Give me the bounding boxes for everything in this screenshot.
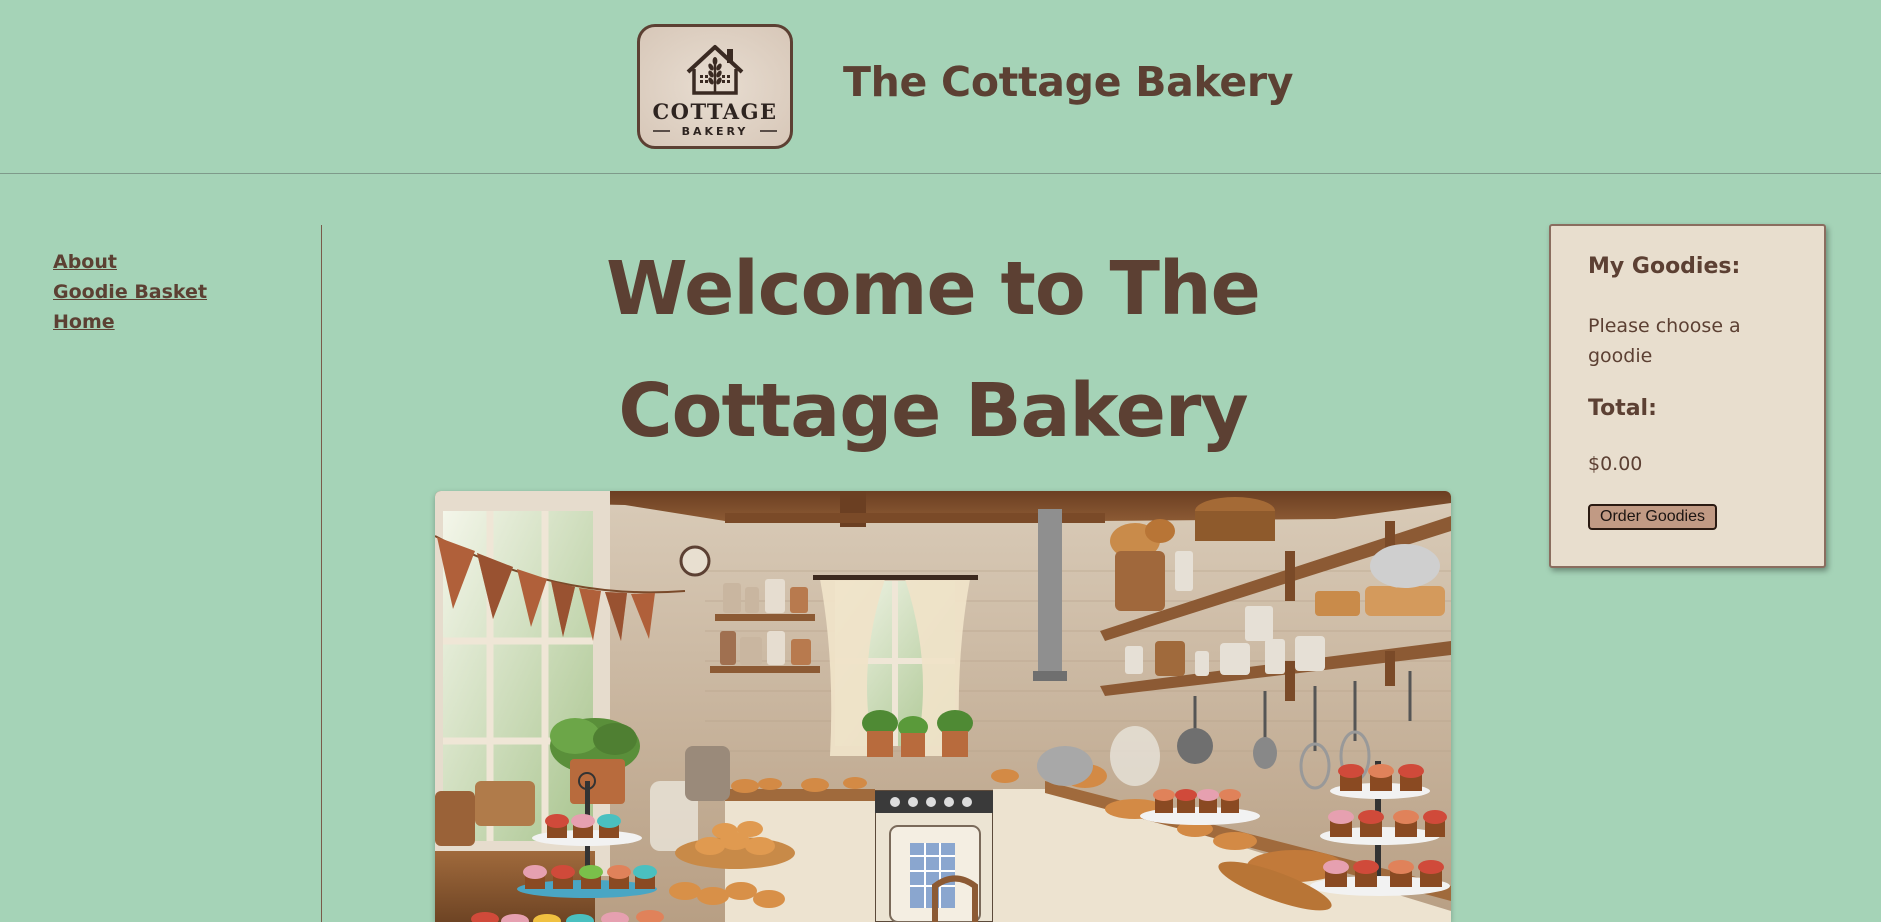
nav-item-home: Home [53,307,207,337]
order-goodies-button[interactable]: Order Goodies [1588,504,1717,530]
nav-item-goodie-basket: Goodie Basket [53,277,207,307]
sidebar-nav: About Goodie Basket Home [0,225,322,922]
main-content: Welcome to The Cottage Bakery [323,175,1543,922]
bakery-logo[interactable]: COTTAGE BAKERY [637,24,793,149]
bakery-kitchen-illustration [435,491,1451,922]
house-wheat-icon: COTTAGE BAKERY [652,45,777,138]
my-goodies-heading: My Goodies: [1588,254,1741,279]
hero-image [435,491,1451,922]
nav-item-about: About [53,247,207,277]
site-title: The Cottage Bakery [843,58,1294,106]
goodie-basket-panel: My Goodies: Please choose a goodie Total… [1549,224,1826,568]
welcome-heading: Welcome to The Cottage Bakery [323,228,1543,472]
nav-link-about[interactable]: About [53,251,117,273]
welcome-heading-line2: Cottage Bakery [618,368,1248,454]
site-header: COTTAGE BAKERY The Cottage Bakery [0,0,1881,174]
welcome-heading-line1: Welcome to The [606,246,1261,332]
nav-list: About Goodie Basket Home [53,247,207,337]
basket-empty-message: Please choose a goodie [1588,315,1741,367]
total-value: $0.00 [1588,453,1643,475]
logo-text-bakery: BAKERY [682,125,749,138]
logo-text-cottage: COTTAGE [652,99,777,124]
total-heading: Total: [1588,396,1657,421]
nav-link-home[interactable]: Home [53,311,115,333]
nav-link-goodie-basket[interactable]: Goodie Basket [53,281,207,303]
